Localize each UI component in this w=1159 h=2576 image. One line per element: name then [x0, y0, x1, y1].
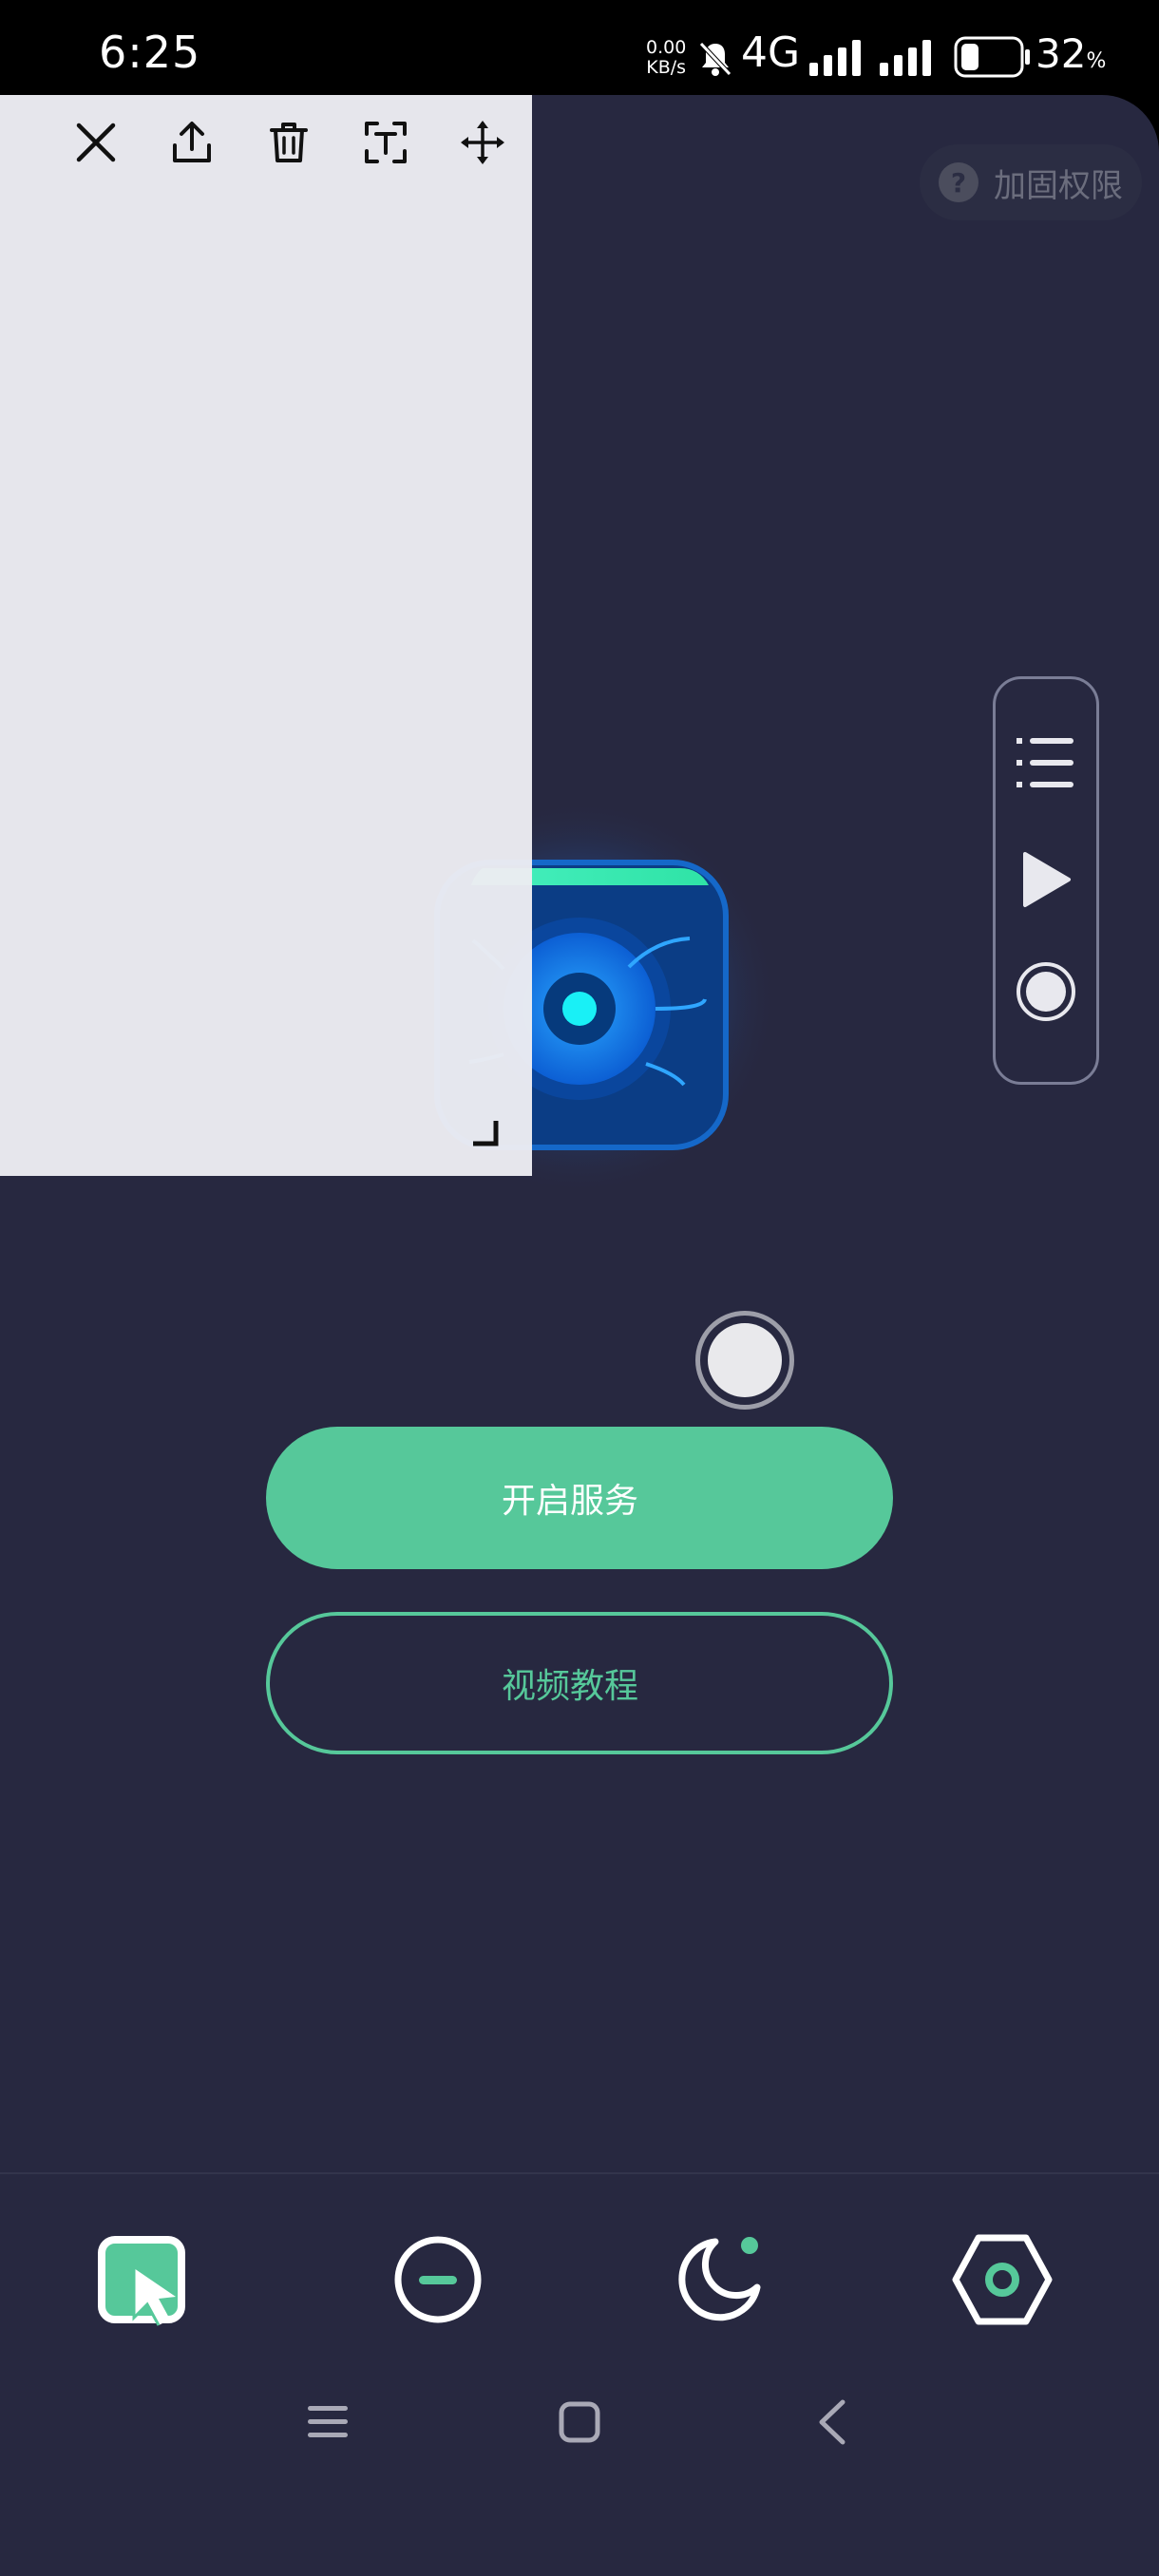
- resize-handle-icon[interactable]: [473, 1121, 502, 1149]
- status-bar: 6:25 0.00 KB/s 4G 32%: [0, 0, 1159, 95]
- overlay-close-button[interactable]: [67, 114, 124, 171]
- share-icon: [173, 122, 211, 162]
- moon-icon: [678, 2237, 761, 2321]
- video-tutorial-button[interactable]: 视频教程: [266, 1612, 893, 1754]
- overlay-text-recognition-button[interactable]: [357, 114, 414, 171]
- close-icon: [76, 123, 116, 162]
- help-icon: ?: [939, 162, 978, 202]
- list-button[interactable]: [996, 736, 1096, 789]
- battery-percent-symbol: %: [1086, 49, 1107, 73]
- net-speed: 0.00 KB/s: [646, 38, 686, 78]
- net-speed-unit: KB/s: [646, 57, 687, 78]
- record-button[interactable]: [996, 960, 1096, 1023]
- start-service-button[interactable]: 开启服务: [266, 1427, 893, 1569]
- settings-hexagon-icon: [952, 2234, 1053, 2325]
- video-tutorial-label: 视频教程: [501, 1667, 638, 1706]
- harden-permission-label: 加固权限: [994, 166, 1123, 205]
- nav-menu-button[interactable]: [294, 2389, 361, 2455]
- back-icon: [819, 2399, 846, 2445]
- system-nav-bar: [0, 2364, 1159, 2481]
- text-recognition-icon: [365, 122, 407, 163]
- tab-auto-click[interactable]: [89, 2227, 194, 2332]
- harden-permission-button[interactable]: ? 加固权限: [920, 144, 1142, 220]
- screenshot-edit-overlay: [0, 95, 532, 1176]
- battery-percent-value: 32: [1036, 30, 1087, 77]
- bottom-tab-bar: [0, 2174, 1159, 2364]
- battery-percent: 32%: [1036, 30, 1106, 77]
- signal-icon-sim2: [880, 40, 931, 76]
- home-icon: [559, 2401, 600, 2443]
- menu-icon: [308, 2406, 348, 2437]
- nav-home-button[interactable]: [546, 2389, 613, 2455]
- play-button[interactable]: [996, 850, 1096, 909]
- network-type: 4G: [741, 28, 801, 77]
- touch-indicator: [695, 1311, 794, 1410]
- list-icon: [1016, 738, 1074, 787]
- cursor-click-icon: [98, 2236, 185, 2326]
- floating-control-panel: [993, 676, 1099, 1085]
- tab-night[interactable]: [667, 2227, 771, 2332]
- battery-icon: [954, 36, 1030, 78]
- delete-icon: [270, 123, 308, 162]
- move-icon: [461, 121, 504, 164]
- tab-settings[interactable]: [950, 2227, 1054, 2332]
- play-icon: [1023, 852, 1071, 907]
- overlay-share-button[interactable]: [163, 114, 220, 171]
- net-speed-value: 0.00: [646, 37, 687, 58]
- status-time: 6:25: [99, 27, 201, 78]
- overlay-delete-button[interactable]: [260, 114, 317, 171]
- mute-icon: [699, 42, 732, 76]
- tab-minimize[interactable]: [386, 2227, 490, 2332]
- nav-back-button[interactable]: [800, 2389, 866, 2455]
- start-service-label: 开启服务: [501, 1482, 638, 1521]
- signal-icon-sim1: [809, 40, 861, 76]
- record-icon: [1016, 962, 1075, 1021]
- minus-circle-icon: [394, 2236, 482, 2323]
- overlay-move-button[interactable]: [454, 114, 511, 171]
